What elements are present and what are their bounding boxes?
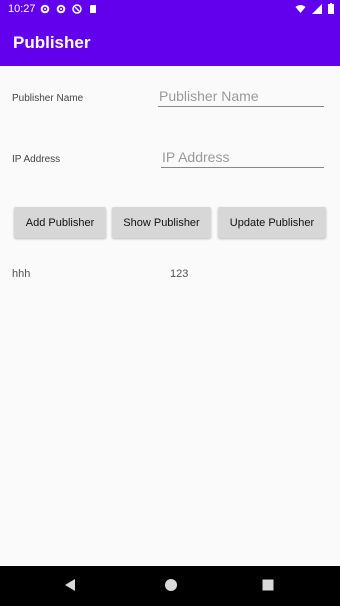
battery-icon xyxy=(328,3,334,14)
ip-address-label: IP Address xyxy=(12,154,61,165)
wifi-icon xyxy=(295,4,306,13)
signal-icon xyxy=(312,3,322,14)
circle-icon xyxy=(72,4,82,14)
app-title: Publisher xyxy=(13,33,91,52)
update-publisher-button[interactable]: Update Publisher xyxy=(218,207,326,238)
status-bar: 10:27 xyxy=(0,0,340,20)
ip-address-input[interactable] xyxy=(161,149,324,168)
add-publisher-button[interactable]: Add Publisher xyxy=(14,207,106,238)
status-time: 10:27 xyxy=(8,3,36,15)
back-icon[interactable] xyxy=(63,578,77,592)
publisher-name-cell: hhh xyxy=(12,268,31,280)
app-bar: Publisher xyxy=(0,20,340,66)
publisher-name-label: Publisher Name xyxy=(12,93,84,104)
sd-card-icon xyxy=(90,5,96,13)
publisher-name-input[interactable] xyxy=(158,88,324,107)
ip-address-cell: 123 xyxy=(170,268,189,280)
home-icon[interactable] xyxy=(164,578,178,592)
navigation-bar xyxy=(0,566,340,606)
gear-icon xyxy=(40,4,50,14)
recents-icon[interactable] xyxy=(261,578,275,592)
gear-icon xyxy=(56,4,66,14)
show-publisher-button[interactable]: Show Publisher xyxy=(112,207,211,238)
